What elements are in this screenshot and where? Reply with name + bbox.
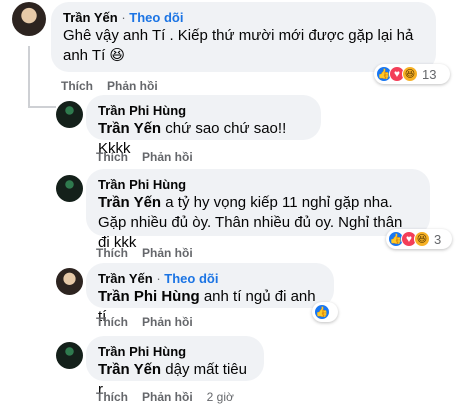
mention-link[interactable]: Trần Phi Hùng bbox=[98, 288, 200, 305]
separator-dot: · bbox=[156, 271, 161, 286]
haha-reaction-icon: 😆 bbox=[414, 231, 430, 247]
comment-timestamp[interactable]: 2 giờ bbox=[207, 390, 234, 404]
haha-reaction-icon: 😆 bbox=[402, 66, 418, 82]
comment-bubble: Trần Phi Hùng Trần Yến chứ sao chứ sao!!… bbox=[86, 95, 321, 157]
comment-bubble: Trần Yến · Theo dõi Ghê vậy anh Tí . Kiế… bbox=[51, 2, 436, 72]
like-button[interactable]: Thích bbox=[61, 79, 93, 93]
avatar[interactable] bbox=[12, 2, 46, 36]
avatar[interactable] bbox=[56, 175, 83, 202]
comment-actions: Thích Phản hồi bbox=[96, 246, 193, 260]
comment-author[interactable]: Trần Yến bbox=[63, 10, 118, 25]
reaction-count: 13 bbox=[422, 66, 437, 82]
comment-author-line: Trần Yến · Theo dõi bbox=[63, 9, 424, 26]
comment-actions: Thích Phản hồi 2 giờ bbox=[96, 390, 234, 404]
avatar[interactable] bbox=[56, 342, 83, 369]
like-button[interactable]: Thích bbox=[96, 246, 128, 260]
mention-link[interactable]: Trần Yến bbox=[98, 120, 161, 137]
reaction-summary[interactable]: 👍 ♥ 😆 3 bbox=[386, 229, 452, 249]
comment-author[interactable]: Trần Phi Hùng bbox=[98, 176, 418, 193]
mention-link[interactable]: Trần Yến bbox=[98, 194, 161, 211]
reaction-count: 3 bbox=[434, 231, 442, 247]
comment-bubble: Trần Yến · Theo dõi Trần Phi Hùng anh tí… bbox=[86, 263, 334, 325]
like-button[interactable]: Thích bbox=[96, 150, 128, 164]
reply-button[interactable]: Phản hồi bbox=[142, 390, 193, 404]
reply-button[interactable]: Phản hồi bbox=[107, 79, 158, 93]
comment-author[interactable]: Trần Phi Hùng bbox=[98, 102, 309, 119]
comment-bubble: Trần Phi Hùng Trần Yến a tỷ hy vọng kiếp… bbox=[86, 169, 430, 251]
comment-author[interactable]: Trần Yến bbox=[98, 271, 153, 286]
reply-button[interactable]: Phản hồi bbox=[142, 315, 193, 329]
comment-author-line: Trần Yến · Theo dõi bbox=[98, 270, 322, 287]
like-reaction-icon: 👍 bbox=[314, 304, 330, 320]
reply-button[interactable]: Phản hồi bbox=[142, 246, 193, 260]
thread-line bbox=[28, 106, 56, 108]
follow-button[interactable]: Theo dõi bbox=[129, 10, 183, 25]
comment-actions: Thích Phản hồi bbox=[61, 79, 158, 93]
follow-button[interactable]: Theo dõi bbox=[164, 271, 218, 286]
separator-dot: · bbox=[121, 10, 126, 25]
like-button[interactable]: Thích bbox=[96, 315, 128, 329]
like-button[interactable]: Thích bbox=[96, 390, 128, 404]
reaction-summary[interactable]: 👍 ♥ 😆 13 bbox=[374, 64, 450, 84]
comment-text: Trần Yến a tỷ hy vọng kiếp 11 nghỉ gặp n… bbox=[98, 193, 418, 253]
thread-line bbox=[28, 46, 30, 106]
reaction-summary[interactable]: 👍 bbox=[312, 302, 338, 322]
comment-bubble: Trần Phi Hùng Trần Yến dậy mất tiêu r bbox=[86, 336, 264, 398]
comment-actions: Thích Phản hồi bbox=[96, 150, 193, 164]
comment-actions: Thích Phản hồi bbox=[96, 315, 193, 329]
avatar[interactable] bbox=[56, 101, 83, 128]
comment-author[interactable]: Trần Phi Hùng bbox=[98, 343, 252, 360]
mention-link[interactable]: Trần Yến bbox=[98, 361, 161, 378]
comment-text: Ghê vậy anh Tí . Kiếp thứ mười mới được … bbox=[63, 27, 414, 64]
reply-button[interactable]: Phản hồi bbox=[142, 150, 193, 164]
avatar[interactable] bbox=[56, 268, 83, 295]
